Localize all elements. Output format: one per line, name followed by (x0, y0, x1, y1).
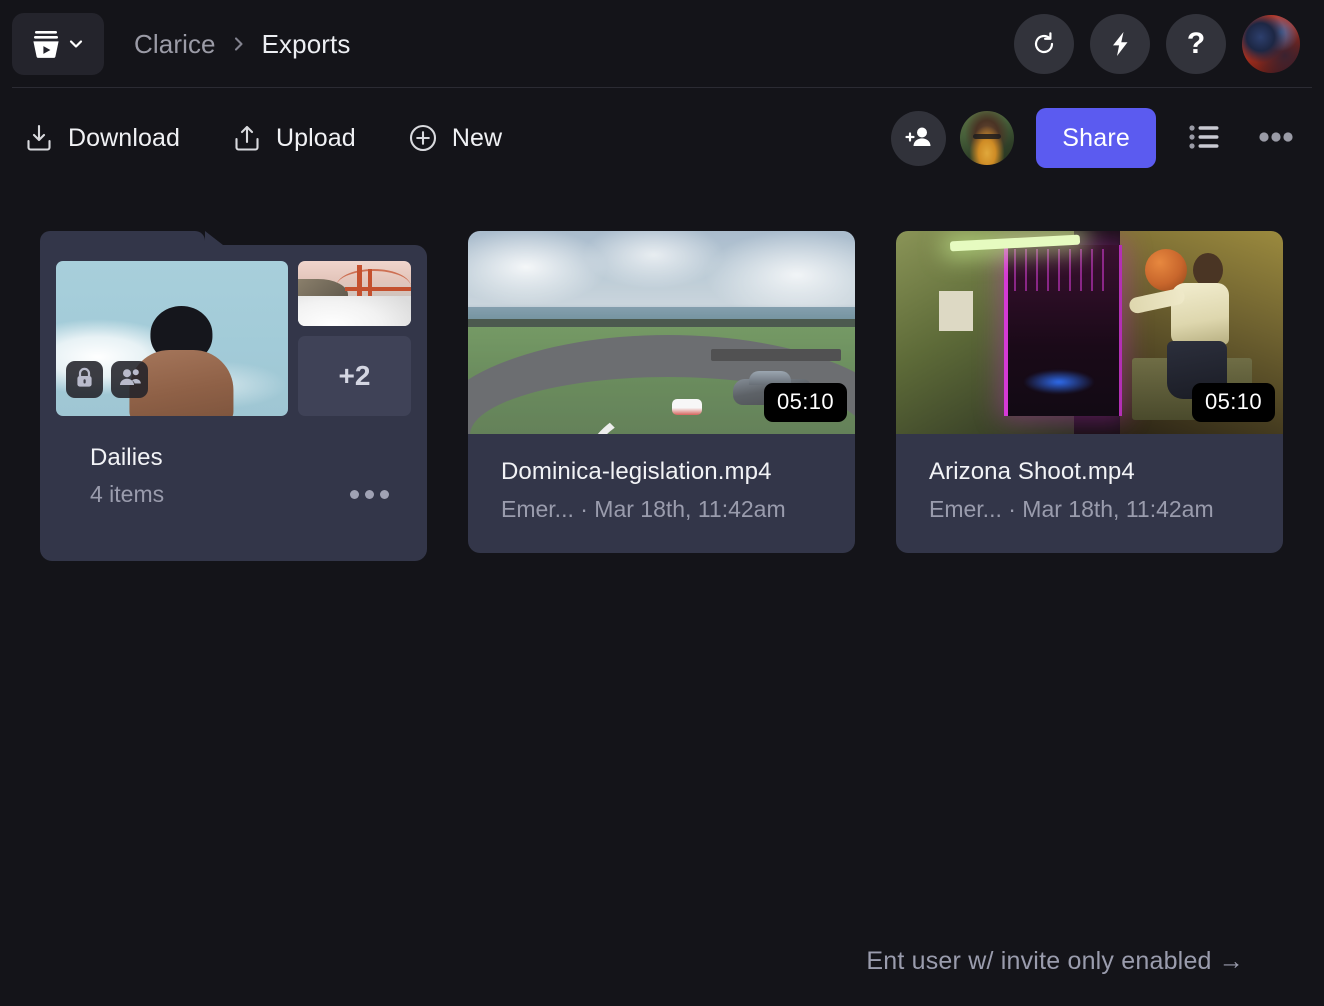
folder-meta: Dailies 4 items (56, 416, 411, 508)
more-horizontal-icon (365, 490, 374, 499)
new-button[interactable]: New (406, 117, 514, 159)
bridge-deck (345, 287, 411, 291)
asset-thumbnail: 05:10 (896, 231, 1283, 434)
folder-thumbnails: +2 (56, 261, 411, 416)
asset-name: Dominica-legislation.mp4 (501, 458, 772, 485)
refresh-button[interactable] (1014, 14, 1074, 74)
people-icon (119, 368, 141, 391)
blue-glow (1023, 370, 1094, 394)
list-view-icon (1189, 124, 1219, 153)
more-options-button[interactable] (1252, 114, 1300, 162)
asset-meta: Dominica-legislation.mp4 Emer... · Mar 1… (468, 434, 855, 553)
folder-more-button[interactable] (346, 482, 393, 507)
breadcrumb-root[interactable]: Clarice (134, 29, 216, 60)
more-horizontal-icon (1259, 131, 1293, 146)
upload-icon (232, 123, 262, 153)
folder-name: Dailies (90, 444, 163, 471)
folder-primary-thumbnail (56, 261, 288, 416)
folder-side-thumbnails: +2 (298, 261, 411, 416)
share-button[interactable]: Share (1036, 108, 1156, 168)
duration-badge: 05:10 (763, 383, 847, 422)
asset-subtitle: Emer... · Mar 18th, 11:42am (929, 496, 1214, 522)
footer-note: Ent user w/ invite only enabled → (866, 947, 1244, 975)
folder-body: +2 Dailies 4 items (40, 245, 427, 561)
workspace-switcher-button[interactable] (12, 13, 104, 75)
top-bar: Clarice Exports ? (0, 0, 1324, 88)
lightning-bolt-icon (1106, 30, 1134, 58)
person-head (1192, 253, 1223, 287)
download-button[interactable]: Download (22, 117, 192, 159)
asset-meta: Arizona Shoot.mp4 Emer... · Mar 18th, 11… (896, 434, 1283, 553)
lock-icon (75, 367, 94, 393)
question-mark-icon: ? (1186, 27, 1206, 60)
breadcrumb-current[interactable]: Exports (262, 29, 351, 60)
bridge-foam (298, 296, 411, 326)
top-bar-actions: ? (1014, 14, 1300, 74)
more-horizontal-icon (350, 490, 359, 499)
frameio-logo-icon (31, 28, 61, 60)
add-person-button[interactable] (891, 110, 947, 166)
upload-label: Upload (275, 123, 356, 152)
chevron-down-icon (67, 35, 85, 53)
folder-badges (66, 361, 148, 398)
duration-badge: 05:10 (1191, 383, 1275, 422)
folder-secondary-thumbnail (298, 261, 411, 326)
asset-card[interactable]: 05:10 Arizona Shoot.mp4 Emer... · Mar 18… (896, 231, 1283, 553)
asset-name: Arizona Shoot.mp4 (929, 458, 1135, 485)
asset-thumbnail: 05:10 (468, 231, 855, 434)
new-label: New (451, 123, 503, 152)
folder-subrow: 4 items (90, 481, 411, 508)
wall-poster (938, 291, 973, 331)
folder-overflow-count: +2 (298, 336, 411, 416)
download-icon (24, 123, 54, 153)
collaborator-avatar[interactable] (960, 111, 1015, 165)
action-bar: Download Upload New Share (0, 88, 1324, 188)
folder-tab (40, 231, 223, 245)
list-view-button[interactable] (1180, 114, 1228, 162)
seated-person (1127, 253, 1229, 403)
add-person-icon (904, 122, 934, 155)
folder-item-count: 4 items (90, 481, 165, 507)
help-button[interactable]: ? (1166, 14, 1226, 74)
shared-badge (111, 361, 148, 398)
action-bar-right: Share (891, 108, 1300, 168)
breadcrumb: Clarice Exports (134, 29, 350, 60)
asset-grid: +2 Dailies 4 items 05:10 Dominica-legisl… (0, 188, 1324, 561)
plus-circle-icon (408, 123, 438, 153)
refresh-icon (1030, 30, 1058, 58)
download-label: Download (68, 123, 180, 152)
more-horizontal-icon (380, 490, 389, 499)
bridge-cable (336, 269, 411, 287)
upload-button[interactable]: Upload (230, 117, 368, 159)
lightning-button[interactable] (1090, 14, 1150, 74)
asset-subtitle: Emer... · Mar 18th, 11:42am (501, 496, 786, 522)
chevron-right-icon (232, 34, 246, 54)
folder-card[interactable]: +2 Dailies 4 items (40, 231, 427, 561)
asset-card[interactable]: 05:10 Dominica-legislation.mp4 Emer... ·… (468, 231, 855, 553)
user-avatar[interactable] (1242, 15, 1300, 73)
lock-badge (66, 361, 103, 398)
bridge-tower-far (368, 269, 373, 299)
